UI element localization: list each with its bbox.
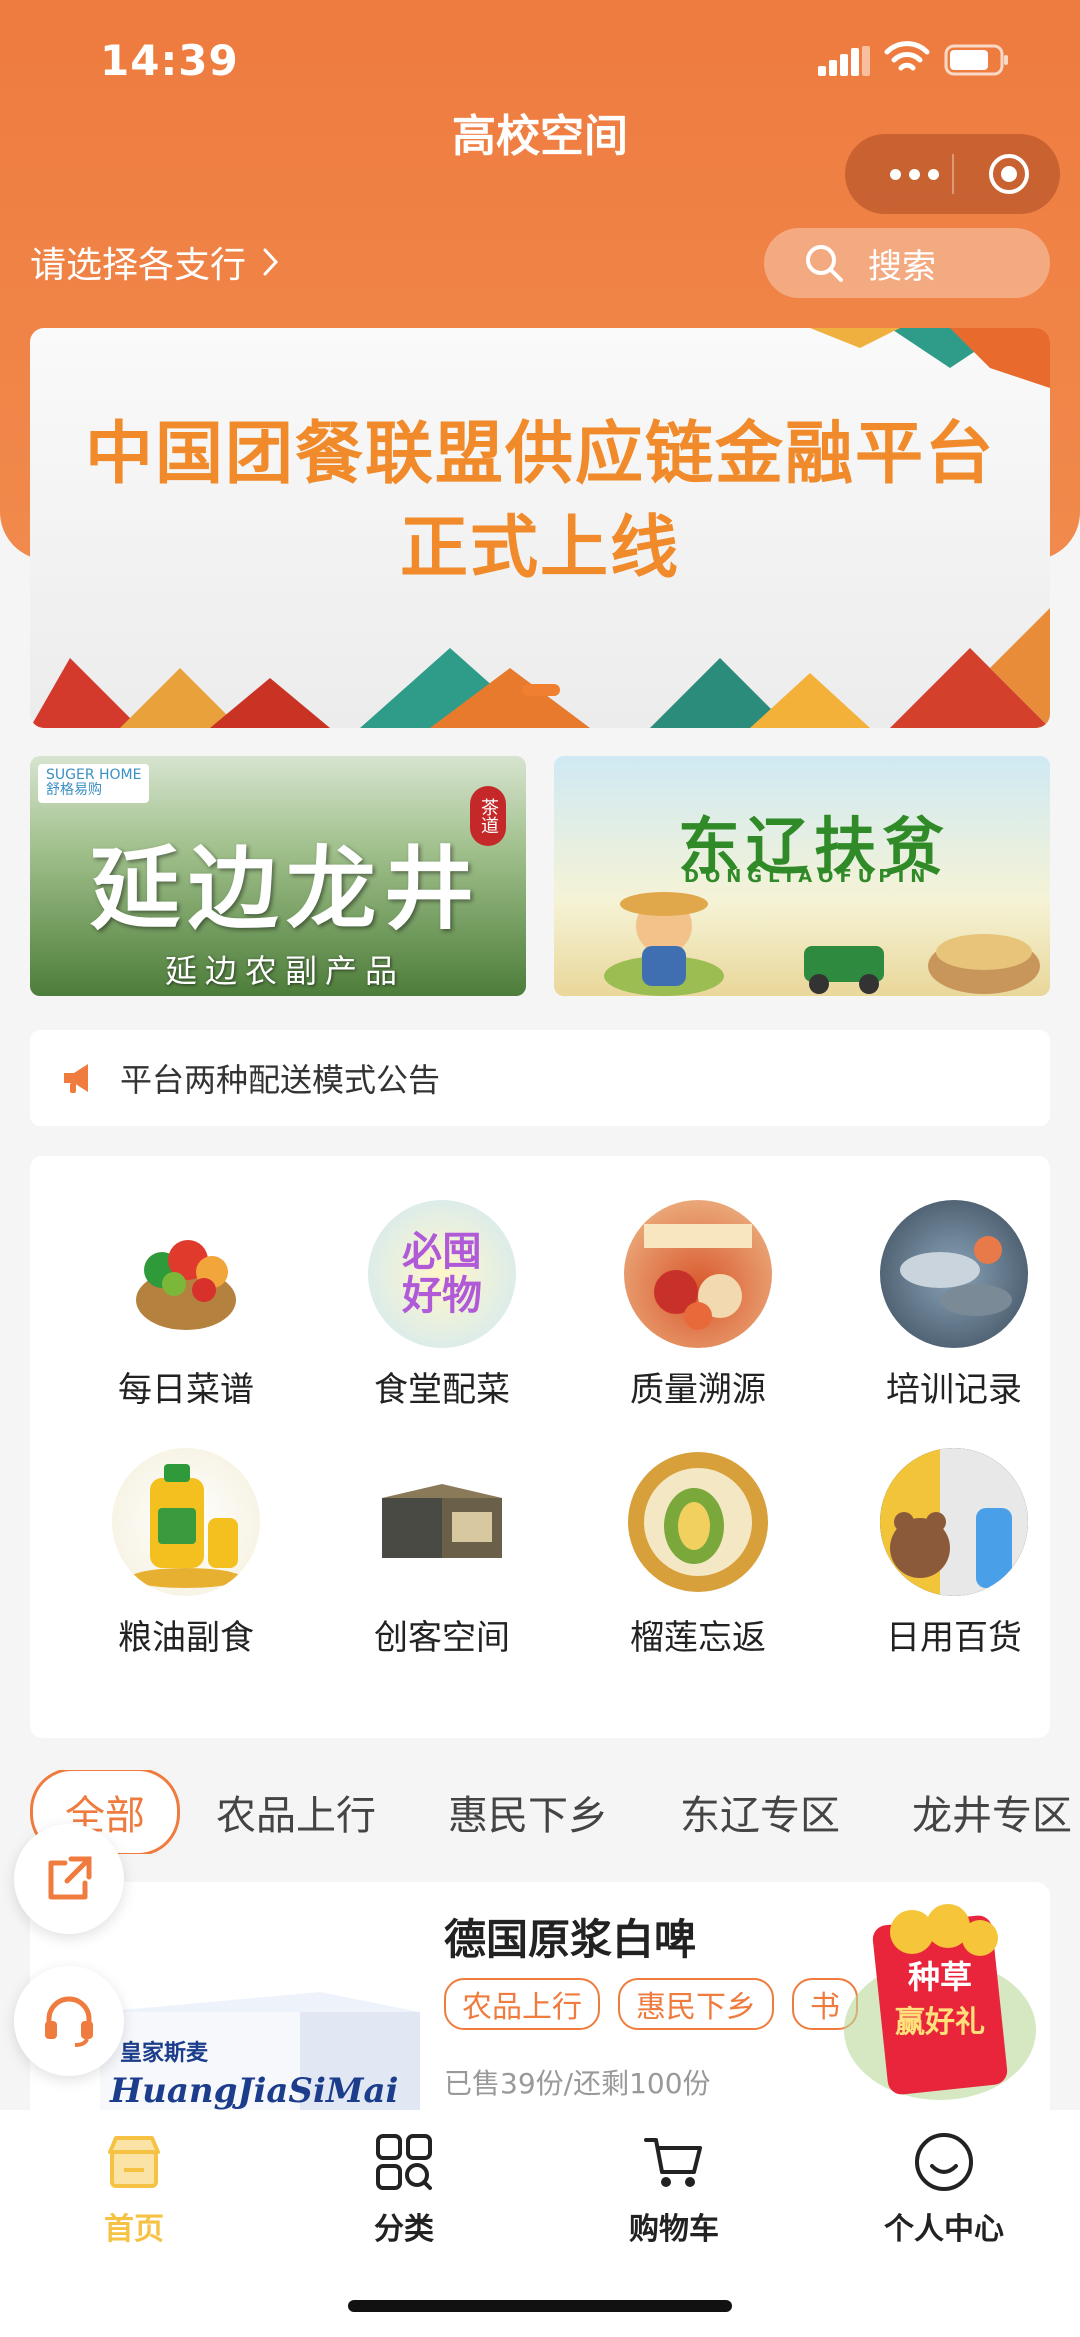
promo-left-title: 延边龙井 xyxy=(90,836,482,942)
tab-longjing[interactable]: 龙井专区 xyxy=(876,1783,1080,1841)
brand-line1: SUGER HOME xyxy=(46,767,142,783)
category-grid: 每日菜谱 必囤好物 食堂配菜 质量溯源 培训记录 粮油副食 创客空间 榴莲忘返 … xyxy=(30,1156,1050,1738)
banner-indicator xyxy=(522,684,560,696)
search-placeholder: 搜索 xyxy=(868,246,936,287)
customer-service-button[interactable] xyxy=(14,1966,124,2076)
brand-line2: 舒格易购 xyxy=(46,782,102,799)
category-label: 食堂配菜 xyxy=(374,1370,510,1410)
banner-line1: 中国团餐联盟供应链金融平台 xyxy=(84,415,995,494)
category-daily-goods[interactable]: 日用百货 xyxy=(854,1448,1054,1659)
tabbar-label: 首页 xyxy=(104,2212,164,2247)
tab-agri-up[interactable]: 农品上行 xyxy=(180,1783,412,1841)
cart-icon xyxy=(644,2138,702,2187)
farmer-illustration xyxy=(604,892,1040,996)
gift-box-icon xyxy=(368,1448,516,1596)
product-tags: 农品上行 惠民下乡 书 xyxy=(444,1978,858,2030)
close-target-icon[interactable] xyxy=(985,150,1033,198)
product-filter-tabs: 全部 农品上行 惠民下乡 东辽专区 龙井专区 xyxy=(30,1770,1080,1854)
promo-brand-badge: SUGER HOME 舒格易购 xyxy=(38,764,150,803)
vegetable-basket-icon xyxy=(112,1200,260,1348)
category-icon xyxy=(376,2134,432,2190)
category-daily-recipes[interactable]: 每日菜谱 xyxy=(86,1200,286,1411)
product-name: 德国原浆白啤 xyxy=(444,1915,697,1964)
headset-icon xyxy=(45,1996,93,2047)
wifi-icon xyxy=(884,41,930,71)
seafood-icon xyxy=(880,1200,1028,1348)
category-grain-oil[interactable]: 粮油副食 xyxy=(86,1448,286,1659)
category-label: 质量溯源 xyxy=(630,1370,766,1410)
tabbar-label: 分类 xyxy=(374,2212,434,2247)
canteen-badge: 必囤好物 xyxy=(368,1200,516,1348)
category-traceability[interactable]: 质量溯源 xyxy=(598,1200,798,1411)
category-label: 粮油副食 xyxy=(118,1618,254,1658)
box-script: HuangJiaSiMai xyxy=(109,2071,398,2111)
share-icon xyxy=(48,1856,92,1900)
hongbao-line1: 种草 xyxy=(908,1958,972,1996)
product-tag: 农品上行 xyxy=(444,1978,600,2030)
durian-icon xyxy=(624,1448,772,1596)
category-label: 创客空间 xyxy=(374,1618,510,1658)
search-bar[interactable]: 搜索 xyxy=(764,228,1050,298)
share-button[interactable] xyxy=(14,1824,124,1934)
product-sales: 已售39份/还剩100份 xyxy=(444,2067,711,2100)
tab-dongliao[interactable]: 东辽专区 xyxy=(644,1783,876,1841)
category-label: 日用百货 xyxy=(886,1618,1022,1658)
category-label: 每日菜谱 xyxy=(118,1370,254,1410)
meat-platter-icon xyxy=(624,1200,772,1348)
announcement-text: 平台两种配送模式公告 xyxy=(120,1061,441,1099)
canteen-badge-text: 必囤好物 xyxy=(402,1229,482,1319)
product-tag: 惠民下乡 xyxy=(618,1978,774,2030)
banner-line2: 正式上线 xyxy=(399,509,680,588)
hongbao-line2: 赢好礼 xyxy=(895,2005,985,2040)
capsule-divider xyxy=(952,154,954,194)
promo-left-tag: 茶道 xyxy=(470,786,506,846)
tabbar-cart[interactable]: 购物车 xyxy=(584,2130,764,2248)
category-label: 榴莲忘返 xyxy=(630,1618,766,1658)
announcement-bar[interactable]: 平台两种配送模式公告 xyxy=(30,1030,1050,1126)
battery-icon xyxy=(944,44,1008,76)
category-label: 培训记录 xyxy=(886,1370,1022,1410)
chevron-right-icon xyxy=(263,248,279,276)
shop-icon xyxy=(108,2136,160,2188)
tabbar-profile[interactable]: 个人中心 xyxy=(854,2130,1034,2248)
tabbar-category[interactable]: 分类 xyxy=(314,2130,494,2248)
search-icon xyxy=(806,245,843,282)
category-training[interactable]: 培训记录 xyxy=(854,1200,1054,1411)
branch-label: 请选择各支行 xyxy=(30,245,247,286)
red-envelope-promo[interactable]: 种草 赢好礼 xyxy=(840,1880,1040,2110)
signal-icon xyxy=(818,46,870,76)
promo-dongliao-fupin[interactable]: 东辽扶贫 DONGLIAOFUPIN xyxy=(554,756,1050,996)
promo-left-subtitle: 延边农副产品 xyxy=(165,952,406,990)
branch-selector[interactable]: 请选择各支行 xyxy=(30,236,282,288)
promo-yanbian-longjing[interactable]: SUGER HOME 舒格易购 延边龙井 延边农副产品 茶道 xyxy=(30,756,526,996)
category-canteen[interactable]: 必囤好物 食堂配菜 xyxy=(342,1200,542,1411)
megaphone-icon xyxy=(64,1064,88,1093)
main-banner[interactable]: 中国团餐联盟供应链金融平台 正式上线 xyxy=(30,328,1050,728)
category-maker-space[interactable]: 创客空间 xyxy=(342,1448,542,1659)
tabbar-label: 购物车 xyxy=(629,2212,719,2247)
status-time: 14:39 xyxy=(100,36,239,85)
category-durian[interactable]: 榴莲忘返 xyxy=(598,1448,798,1659)
daily-goods-icon xyxy=(880,1448,1028,1596)
cooking-oil-icon xyxy=(112,1448,260,1596)
tabbar-home[interactable]: 首页 xyxy=(44,2130,224,2248)
box-brand: 皇家斯麦 xyxy=(120,2040,209,2066)
more-icon[interactable] xyxy=(875,160,953,188)
tab-benefit-rural[interactable]: 惠民下乡 xyxy=(412,1783,644,1841)
mini-program-capsule[interactable] xyxy=(845,134,1060,214)
smile-icon xyxy=(915,2133,973,2191)
home-indicator xyxy=(348,2300,732,2312)
tabbar-label: 个人中心 xyxy=(884,2212,1004,2247)
